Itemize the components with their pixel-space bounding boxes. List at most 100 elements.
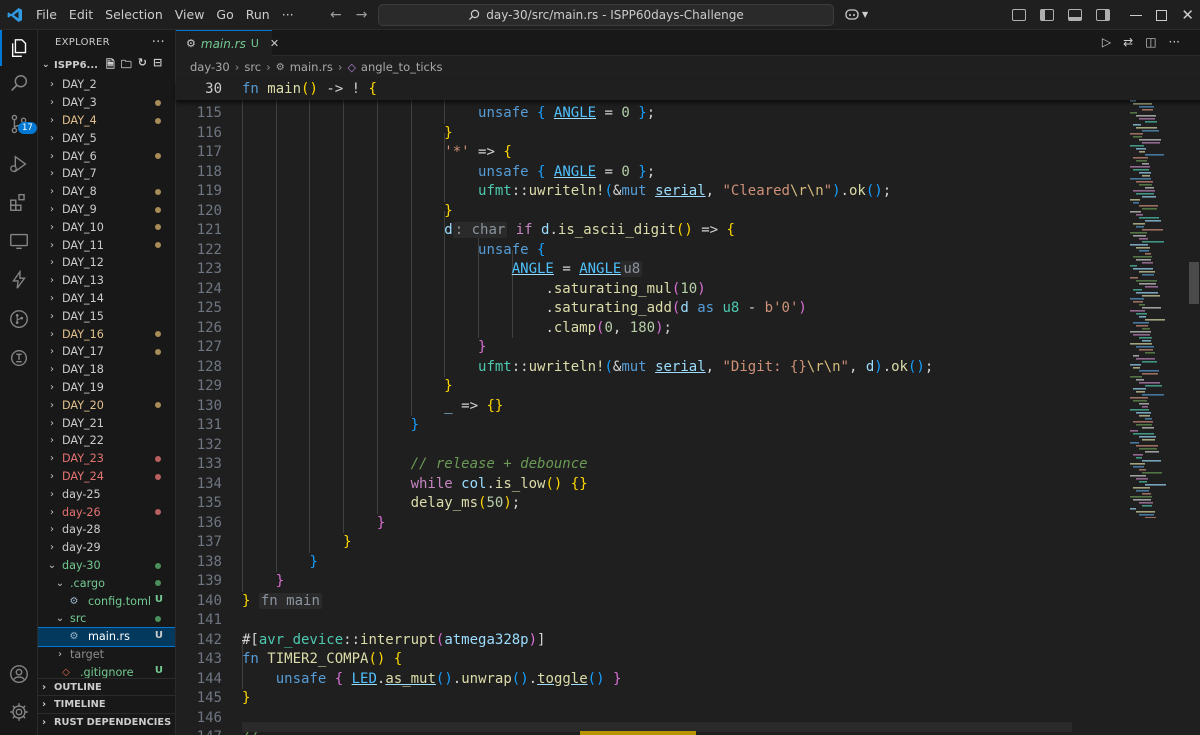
vertical-scrollbar[interactable] xyxy=(1188,78,1200,735)
tree-folder[interactable]: › DAY_23 xyxy=(38,450,175,468)
code-line[interactable]: 137 } xyxy=(176,533,1200,553)
tree-folder[interactable]: › DAY_15 xyxy=(38,307,175,325)
tree-folder[interactable]: › DAY_19 xyxy=(38,379,175,397)
code-line[interactable]: 142 #[avr_device::interrupt(atmega328p)] xyxy=(176,631,1200,651)
tab-main-rs[interactable]: ⚙ main.rs U ✕ xyxy=(176,30,279,56)
more-actions-icon[interactable]: ··· xyxy=(1169,35,1180,49)
back-arrow-icon[interactable]: ← xyxy=(330,7,342,23)
code-line[interactable]: 136 } xyxy=(176,514,1200,534)
code-line[interactable]: 126 .clamp(0, 180); xyxy=(176,319,1200,339)
compare-icon[interactable]: ⇄ xyxy=(1123,35,1133,49)
code-line[interactable]: 130 _ => {} xyxy=(176,397,1200,417)
code-line[interactable]: 121 d: char if d.is_ascii_digit() => { xyxy=(176,221,1200,241)
code-line[interactable]: 129 } xyxy=(176,377,1200,397)
tree-folder[interactable]: › DAY_17 xyxy=(38,343,175,361)
tree-file[interactable]: ⚙ config.toml U xyxy=(38,592,175,610)
tree-folder[interactable]: › day-26 xyxy=(38,503,175,521)
close-icon[interactable]: ✕ xyxy=(270,37,279,50)
tree-folder[interactable]: › DAY_2 xyxy=(38,76,175,94)
code-line[interactable]: 139 } xyxy=(176,572,1200,592)
toggle-sidebar-icon[interactable] xyxy=(1040,9,1055,21)
more-actions-icon[interactable]: ··· xyxy=(152,35,165,50)
tree-folder[interactable]: › DAY_20 xyxy=(38,396,175,414)
code-editor[interactable]: 115 unsafe { ANGLE = 0 }; 116 } 117 '*' =>… xyxy=(176,80,1200,735)
lightning-icon[interactable] xyxy=(0,262,38,298)
tree-folder[interactable]: › DAY_10 xyxy=(38,218,175,236)
menu-item[interactable]: File xyxy=(30,0,63,30)
workspace-row[interactable]: ⌄ ISPP6... 🗎 🗀 ↻ ⊟ xyxy=(38,54,175,76)
tree-folder[interactable]: › DAY_18 xyxy=(38,361,175,379)
toggle-panel-icon[interactable] xyxy=(1068,9,1083,21)
tree-folder[interactable]: › DAY_3 xyxy=(38,94,175,112)
menu-item[interactable]: Go xyxy=(210,0,239,30)
new-folder-icon[interactable]: 🗀 xyxy=(121,56,132,75)
code-line[interactable]: 117 '*' => { xyxy=(176,143,1200,163)
code-line[interactable]: 123 ANGLE = ANGLE u8 xyxy=(176,260,1200,280)
scrollbar-thumb[interactable] xyxy=(1189,262,1199,304)
forward-arrow-icon[interactable]: → xyxy=(356,7,368,23)
tree-file[interactable]: ⚙ main.rs U xyxy=(38,626,175,647)
tree-folder[interactable]: ⌄ .cargo xyxy=(38,574,175,592)
close-icon[interactable]: ✕ xyxy=(1181,6,1194,24)
code-line[interactable]: 135 delay_ms(50); xyxy=(176,494,1200,514)
collapse-all-icon[interactable]: ⊟ xyxy=(153,56,162,75)
breadcrumb-item[interactable]: src xyxy=(244,60,261,74)
code-line[interactable]: 141 xyxy=(176,611,1200,631)
panel-header[interactable]: › OUTLINE xyxy=(38,678,175,695)
tree-folder[interactable]: › DAY_21 xyxy=(38,414,175,432)
customize-layout-icon[interactable] xyxy=(1012,9,1027,21)
maximize-icon[interactable] xyxy=(1156,9,1168,21)
tree-folder[interactable]: › day-29 xyxy=(38,539,175,557)
command-center[interactable]: day-30/src/main.rs - ISPP60days-Challeng… xyxy=(378,4,834,26)
code-line[interactable]: 132 xyxy=(176,436,1200,456)
minimap[interactable] xyxy=(1126,78,1186,518)
tree-folder[interactable]: › DAY_16 xyxy=(38,325,175,343)
testing-icon[interactable] xyxy=(0,340,38,376)
code-line[interactable]: 131 } xyxy=(176,416,1200,436)
tree-folder[interactable]: › DAY_11 xyxy=(38,236,175,254)
code-line[interactable]: 120 } xyxy=(176,202,1200,222)
panel-header[interactable]: › TIMELINE xyxy=(38,695,175,712)
split-editor-icon[interactable]: ◫ xyxy=(1145,35,1156,49)
code-line[interactable]: 115 unsafe { ANGLE = 0 }; xyxy=(176,104,1200,124)
code-line[interactable]: 124 .saturating_mul(10) xyxy=(176,280,1200,300)
tree-folder[interactable]: › DAY_7 xyxy=(38,165,175,183)
menu-item[interactable]: View xyxy=(169,0,211,30)
remote-explorer-icon[interactable] xyxy=(0,223,38,259)
tree-folder[interactable]: › DAY_8 xyxy=(38,183,175,201)
menu-item[interactable]: Selection xyxy=(99,0,169,30)
tree-folder[interactable]: › DAY_24 xyxy=(38,468,175,486)
code-line[interactable]: 140} fn main xyxy=(176,592,1200,612)
git-graph-icon[interactable] xyxy=(0,301,38,337)
code-line[interactable]: 119 ufmt::uwriteln!(&mut serial, "Cleare… xyxy=(176,182,1200,202)
code-line[interactable]: 118 unsafe { ANGLE = 0 }; xyxy=(176,163,1200,183)
extensions-icon[interactable] xyxy=(0,184,38,220)
explorer-icon[interactable] xyxy=(0,30,38,66)
tree-folder[interactable]: ⌄ src xyxy=(38,610,175,628)
minimize-icon[interactable] xyxy=(1130,14,1143,16)
sticky-scroll-line[interactable]: 30 fn main() -> ! { xyxy=(176,80,1200,100)
code-line[interactable]: 133 // release + debounce xyxy=(176,455,1200,475)
menu-item[interactable]: Edit xyxy=(63,0,99,30)
menu-item[interactable]: ··· xyxy=(276,0,300,30)
breadcrumb-item[interactable]: main.rs xyxy=(290,60,333,74)
tree-folder[interactable]: › DAY_12 xyxy=(38,254,175,272)
tree-folder[interactable]: › day-28 xyxy=(38,521,175,539)
code-line[interactable]: 128 ufmt::uwriteln!(&mut serial, "Digit:… xyxy=(176,358,1200,378)
code-line[interactable]: 134 while col.is_low() {} xyxy=(176,475,1200,495)
run-debug-icon[interactable] xyxy=(0,146,38,182)
tree-folder[interactable]: › day-25 xyxy=(38,485,175,503)
tree-folder[interactable]: › DAY_6 xyxy=(38,147,175,165)
tree-folder[interactable]: › DAY_4 xyxy=(38,112,175,130)
account-icon[interactable] xyxy=(0,656,38,692)
code-line[interactable]: 127 } xyxy=(176,338,1200,358)
code-line[interactable]: 116 } xyxy=(176,124,1200,144)
tree-folder[interactable]: › DAY_14 xyxy=(38,290,175,308)
tree-folder[interactable]: › DAY_5 xyxy=(38,129,175,147)
code-line[interactable]: 122 unsafe { xyxy=(176,241,1200,261)
copilot-button[interactable]: ▼ xyxy=(844,7,868,21)
code-line[interactable]: 143 fn TIMER2_COMPA() { xyxy=(176,650,1200,670)
tree-folder[interactable]: › DAY_13 xyxy=(38,272,175,290)
code-line[interactable]: 145} xyxy=(176,689,1200,709)
new-file-icon[interactable]: 🗎 xyxy=(106,56,115,75)
